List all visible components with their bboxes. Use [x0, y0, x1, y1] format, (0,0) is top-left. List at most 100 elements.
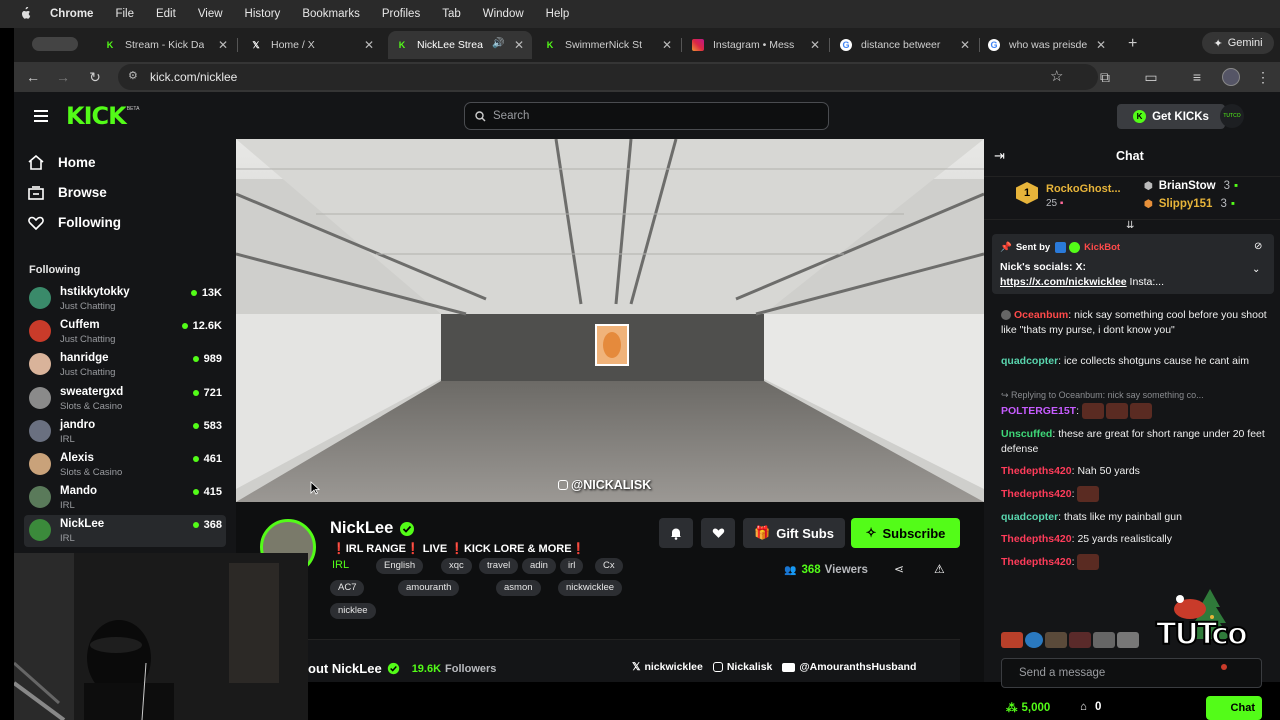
tab-google-president[interactable]: G who was preisde ✕ — [980, 31, 1114, 59]
sidebar-following-hstikkytokky[interactable]: hstikkytokky Just Chatting 13K — [24, 283, 226, 315]
tab-instagram[interactable]: Instagram • Mess ✕ — [684, 31, 828, 59]
close-icon[interactable]: ✕ — [960, 38, 970, 52]
tab-group-pill[interactable] — [32, 37, 78, 51]
kicks-balance[interactable]: ⁂ 5,000 — [1006, 701, 1050, 715]
get-kicks-button[interactable]: K Get KICKs — [1117, 104, 1225, 129]
sidebar-item-following[interactable]: Following — [28, 215, 121, 230]
kick-logo[interactable]: KICK BETA — [66, 102, 139, 130]
tag-nicklee[interactable]: nicklee — [330, 603, 376, 619]
sidebar-following-mando[interactable]: Mando IRL 415 — [24, 482, 226, 514]
follow-button[interactable] — [701, 518, 735, 548]
chat-username[interactable]: Thedepths420 — [1001, 533, 1072, 545]
more-menu-icon[interactable]: ⋮ — [1254, 68, 1272, 86]
menu-bookmarks[interactable]: Bookmarks — [302, 8, 360, 20]
close-icon[interactable]: ✕ — [810, 38, 820, 52]
emote[interactable] — [1069, 632, 1091, 648]
close-icon[interactable]: ✕ — [514, 38, 524, 52]
chat-username[interactable]: Oceanbum — [1014, 309, 1068, 321]
share-icon[interactable]: ⋖ — [894, 562, 904, 576]
collapse-chat-icon[interactable]: ⇥ — [994, 148, 1005, 164]
media-control-icon[interactable]: ≡ — [1188, 68, 1206, 86]
tag-irl[interactable]: irl — [560, 558, 584, 574]
category-link[interactable]: IRL — [332, 559, 349, 571]
sidebar-item-home[interactable]: Home — [28, 155, 96, 170]
site-info-icon[interactable]: ⚙ — [128, 69, 138, 82]
tag-adin[interactable]: adin — [522, 558, 556, 574]
menu-view[interactable]: View — [198, 8, 223, 20]
menu-edit[interactable]: Edit — [156, 8, 176, 20]
sidebar-following-cuffem[interactable]: Cuffem Just Chatting 12.6K — [24, 316, 226, 348]
address-bar[interactable]: ⚙ kick.com/nicklee ☆ — [118, 64, 1098, 90]
emote[interactable] — [1093, 632, 1115, 648]
social-link-instagram[interactable]: Nickalisk — [727, 661, 773, 673]
chat-username[interactable]: Unscuffed — [1001, 428, 1052, 440]
tag-asmon[interactable]: asmon — [496, 580, 541, 596]
video-player[interactable]: @NICKALISK — [236, 139, 984, 502]
search-input[interactable]: Search — [464, 102, 829, 130]
extensions-icon[interactable]: ⧉ — [1096, 68, 1114, 86]
tag-english[interactable]: English — [376, 558, 424, 574]
tab-swimmernick[interactable]: K SwimmerNick St ✕ — [536, 31, 680, 59]
menu-chrome[interactable]: Chrome — [50, 8, 93, 20]
social-link-youtube[interactable]: @AmouranthsHusband — [799, 661, 916, 673]
apple-icon[interactable] — [18, 7, 32, 21]
emote[interactable] — [1081, 403, 1104, 419]
gemini-button[interactable]: ✦ Gemini — [1202, 32, 1274, 54]
chat-username[interactable]: Thedepths420 — [1001, 465, 1072, 477]
emote[interactable] — [1077, 486, 1100, 502]
chat-username[interactable]: quadcopter — [1001, 511, 1058, 523]
tab-google-distance[interactable]: G distance betweer ✕ — [832, 31, 978, 59]
sidebar-item-browse[interactable]: Browse — [28, 185, 107, 200]
leaderboard-user-2[interactable]: ⬢ Slippy151 3 ▪ — [1144, 198, 1235, 210]
close-icon[interactable]: ✕ — [218, 38, 228, 52]
back-icon[interactable]: ← — [24, 68, 42, 86]
tag-ac7[interactable]: AC7 — [330, 580, 365, 596]
emote[interactable] — [1129, 403, 1152, 419]
close-icon[interactable]: ✕ — [364, 38, 374, 52]
gift-counter[interactable]: ⌂ 0 — [1080, 701, 1101, 713]
social-link-x[interactable]: nickwicklee — [644, 661, 702, 673]
sidebar-following-hanridge[interactable]: hanridge Just Chatting 989 — [24, 349, 226, 381]
gift-subs-button[interactable]: 🎁 Gift Subs — [743, 518, 845, 548]
sidebar-following-jandro[interactable]: jandro IRL 583 — [24, 416, 226, 448]
channel-name[interactable]: NickLee — [330, 519, 393, 538]
tag-amouranth[interactable]: amouranth — [398, 580, 460, 596]
emote[interactable] — [1077, 554, 1100, 570]
leaderboard-top-user[interactable]: RockoGhost... — [1046, 183, 1121, 195]
emote[interactable] — [1001, 632, 1023, 648]
menu-window[interactable]: Window — [483, 8, 524, 20]
menu-profiles[interactable]: Profiles — [382, 8, 420, 20]
emote[interactable] — [1025, 632, 1043, 648]
chevron-down-icon[interactable]: ⌄ — [1252, 264, 1260, 275]
reload-icon[interactable]: ↻ — [86, 68, 104, 86]
menu-tab[interactable]: Tab — [442, 8, 461, 20]
hamburger-icon[interactable] — [34, 110, 48, 122]
tag-xqc[interactable]: xqc — [441, 558, 472, 574]
forward-icon[interactable]: → — [54, 68, 72, 86]
emote[interactable] — [1105, 403, 1128, 419]
kickbot-name[interactable]: KickBot — [1084, 242, 1120, 253]
sidebar-following-sweatergxd[interactable]: sweatergxd Slots & Casino 721 — [24, 383, 226, 415]
emote[interactable] — [1117, 632, 1139, 648]
bookmark-star-icon[interactable]: ☆ — [1050, 67, 1063, 85]
tab-nicklee-stream[interactable]: K NickLee Strea 🔊 ✕ — [388, 31, 532, 59]
leaderboard-user-1[interactable]: ⬢ BrianStow 3 ▪ — [1144, 180, 1238, 192]
menu-help[interactable]: Help — [546, 8, 570, 20]
chat-username[interactable]: Thedepths420 — [1001, 556, 1072, 568]
speaker-icon[interactable]: 🔊 — [492, 38, 504, 49]
close-icon[interactable]: ✕ — [1096, 38, 1106, 52]
reply-context[interactable]: ↪ Replying to Oceanbum: nick say somethi… — [1001, 388, 1273, 403]
menu-file[interactable]: File — [115, 8, 134, 20]
pinned-link[interactable]: https://x.com/nickwicklee — [1000, 276, 1127, 288]
tag-cx[interactable]: Cx — [595, 558, 623, 574]
tag-nickwicklee[interactable]: nickwicklee — [558, 580, 623, 596]
tab-kick-dashboard[interactable]: K Stream - Kick Da ✕ — [96, 31, 236, 59]
chat-username[interactable]: Thedepths420 — [1001, 488, 1072, 500]
sidebar-following-nicklee[interactable]: NickLee IRL 368 — [24, 515, 226, 548]
close-icon[interactable]: ✕ — [662, 38, 672, 52]
chat-username[interactable]: quadcopter — [1001, 355, 1058, 367]
chat-send-button[interactable]: Chat — [1206, 696, 1262, 720]
profile-avatar[interactable] — [1222, 68, 1240, 86]
unpin-icon[interactable]: ⊘ — [1254, 241, 1262, 252]
tag-travel[interactable]: travel — [479, 558, 519, 574]
